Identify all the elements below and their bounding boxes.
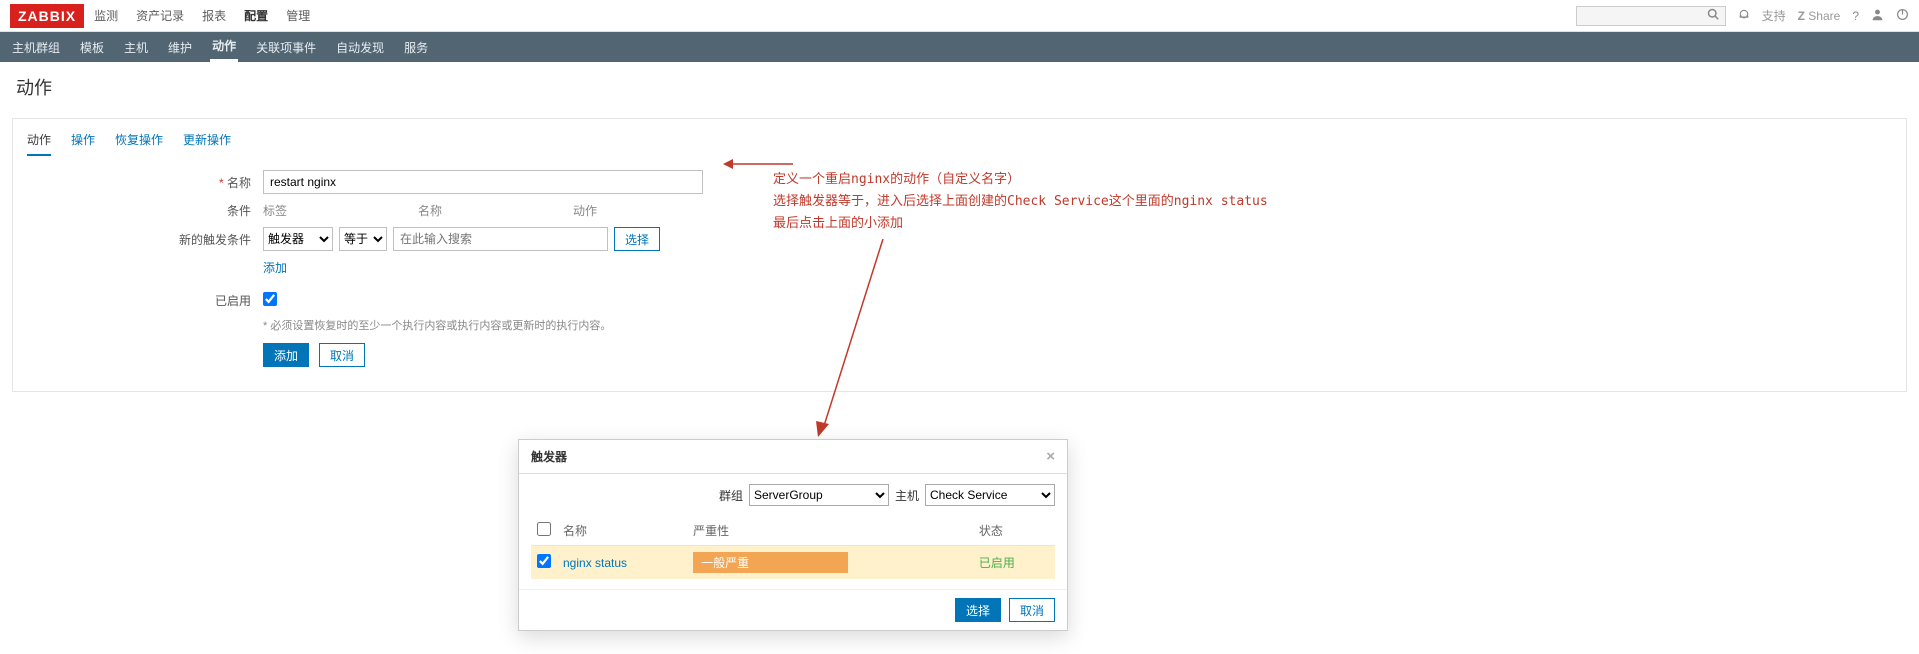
logo: ZABBIX [10,4,84,28]
subnav-hostgroups[interactable]: 主机群组 [10,39,62,56]
trigger-name-link[interactable]: nginx status [563,556,627,570]
conditions-header: 标签 名称 动作 [263,202,703,219]
subnav: 主机群组 模板 主机 维护 动作 关联项事件 自动发现 服务 [0,32,1919,62]
tabs: 动作 操作 恢复操作 更新操作 [13,131,1906,156]
trigger-dialog: 触发器 × 群组 ServerGroup 主机 Check Service 名称… [518,439,1068,631]
topnav-item-reports[interactable]: 报表 [202,7,226,24]
subnav-actions[interactable]: 动作 [210,37,238,62]
subnav-hosts[interactable]: 主机 [122,39,150,56]
topnav-item-monitor[interactable]: 监测 [94,7,118,24]
subnav-services[interactable]: 服务 [402,39,430,56]
search-input[interactable] [1576,6,1726,26]
name-input[interactable] [263,170,703,194]
dialog-cancel-button[interactable]: 取消 [1009,598,1055,622]
tab-action[interactable]: 动作 [27,131,51,156]
share-link[interactable]: Z Share [1798,9,1841,23]
form-note: * 必须设置恢复时的至少一个执行内容或执行内容或更新时的执行内容。 [263,317,611,333]
search-icon [1707,8,1719,23]
support-icon[interactable] [1738,8,1750,23]
table-row[interactable]: nginx status 一般严重 已启用 [531,546,1055,580]
th-severity: 严重性 [687,516,973,546]
severity-badge: 一般严重 [693,552,848,573]
status-badge: 已启用 [979,556,1015,570]
topnav-menu: 监测 资产记录 报表 配置 管理 [94,7,1575,24]
label-host: 主机 [895,487,919,504]
th-name: 名称 [557,516,687,546]
group-select[interactable]: ServerGroup [749,484,889,506]
th-state: 状态 [973,516,1055,546]
user-icon[interactable] [1871,8,1884,24]
submit-button[interactable]: 添加 [263,343,309,367]
subnav-correlation[interactable]: 关联项事件 [254,39,318,56]
cond-type-select[interactable]: 触发器 [263,227,333,251]
dialog-select-button[interactable]: 选择 [955,598,1001,622]
topnav-item-admin[interactable]: 管理 [286,7,310,24]
tab-update[interactable]: 更新操作 [183,131,231,156]
label-group: 群组 [719,487,743,504]
topnav-item-inventory[interactable]: 资产记录 [136,7,184,24]
topnav-item-config[interactable]: 配置 [244,7,268,24]
subnav-maintenance[interactable]: 维护 [166,39,194,56]
add-condition-link[interactable]: 添加 [263,261,287,275]
help-icon[interactable]: ? [1852,9,1859,23]
cond-select-button[interactable]: 选择 [614,227,660,251]
page-title: 动作 [16,74,1903,100]
subnav-templates[interactable]: 模板 [78,39,106,56]
subnav-discovery[interactable]: 自动发现 [334,39,386,56]
label-conditions: 条件 [13,202,263,219]
select-all-checkbox[interactable] [537,522,551,536]
tab-recovery[interactable]: 恢复操作 [115,131,163,156]
host-select[interactable]: Check Service [925,484,1055,506]
label-enabled: 已启用 [13,292,263,309]
tab-operation[interactable]: 操作 [71,131,95,156]
label-newcond: 新的触发条件 [13,231,263,248]
cancel-button[interactable]: 取消 [319,343,365,367]
dialog-close-icon[interactable]: × [1046,448,1055,465]
enabled-checkbox[interactable] [263,292,277,306]
annotation-text: 定义一个重启nginx的动作（自定义名字） 选择触发器等于，进入后选择上面创建的… [773,169,1268,235]
power-icon[interactable] [1896,8,1909,24]
cond-search-input[interactable] [393,227,608,251]
dialog-title: 触发器 [531,448,567,465]
cond-op-select[interactable]: 等于 [339,227,387,251]
row-checkbox[interactable] [537,554,551,568]
label-name: 名称 [13,174,263,191]
support-link[interactable]: 支持 [1762,7,1786,24]
